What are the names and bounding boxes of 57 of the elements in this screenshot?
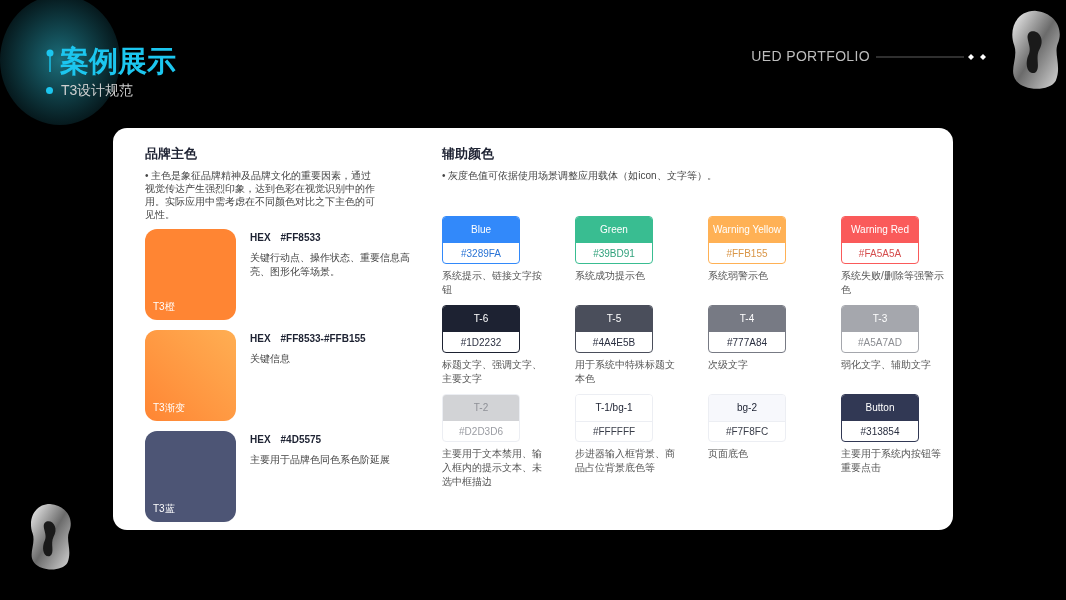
color-description: 步进器输入框背景、商品占位背景底色等 bbox=[575, 446, 676, 475]
color-name: T-4 bbox=[739, 312, 755, 326]
color-name: T-3 bbox=[872, 312, 888, 326]
hex-value: #1D2232 bbox=[460, 335, 502, 350]
color-description: 弱化文字、辅助文字 bbox=[841, 357, 932, 372]
section-note: • 主色是象征品牌精神及品牌文化的重要因素，通过视觉传达产生强烈印象，达到色彩在视觉识别中的作用。实际应用中需考虑在不同颜色对比之下主色的可见性。 bbox=[145, 168, 376, 221]
color-description: 系统成功提示色 bbox=[575, 268, 646, 283]
color-description: 用于系统中特殊标题文本色 bbox=[575, 357, 676, 386]
color-name: T-6 bbox=[473, 312, 489, 326]
bullet-icon bbox=[46, 87, 53, 94]
hex-label: HEX bbox=[250, 432, 271, 447]
color-description: 次级文字 bbox=[708, 357, 749, 372]
hex-value: #FA5A5A bbox=[858, 246, 902, 261]
hex-value: #313854 bbox=[860, 424, 900, 439]
swatch-label: T3渐变 bbox=[153, 400, 185, 415]
hex-value: #4D5575 bbox=[280, 432, 322, 447]
color-name: T-5 bbox=[606, 312, 622, 326]
color-name: Warning Yellow bbox=[713, 223, 781, 237]
hex-value: #FF8533 bbox=[280, 230, 321, 245]
swatch-label: T3蓝 bbox=[153, 501, 175, 516]
color-description: 系统弱警示色 bbox=[708, 268, 769, 283]
color-description: 关键信息 bbox=[250, 351, 291, 366]
color-name: Blue bbox=[471, 223, 491, 237]
color-name: Button bbox=[865, 401, 895, 415]
hex-label: HEX bbox=[250, 331, 271, 346]
hex-value: #3289FA bbox=[460, 246, 501, 261]
color-description: 系统提示、链接文字按钮 bbox=[442, 268, 543, 297]
hex-value: #FF8533-#FFB155 bbox=[280, 331, 366, 346]
hex-label: HEX bbox=[250, 230, 271, 245]
page-subtitle: T3设计规范 bbox=[61, 81, 134, 100]
color-name: Warning Red bbox=[851, 223, 909, 237]
color-name: T-1/bg-1 bbox=[595, 401, 633, 415]
color-description: 主要用于品牌色同色系色阶延展 bbox=[250, 452, 391, 467]
hex-value: #F7F8FC bbox=[725, 424, 769, 439]
color-description: 主要用于系统内按钮等重要点击 bbox=[841, 446, 942, 475]
color-name: Green bbox=[600, 223, 628, 237]
hex-value: #777A84 bbox=[726, 335, 767, 350]
color-description: 系统失败/删除等强警示色 bbox=[841, 268, 945, 297]
swatch-label: T3橙 bbox=[153, 299, 175, 314]
color-description: 关键行动点、操作状态、重要信息高亮、图形化等场景。 bbox=[250, 250, 411, 279]
color-name: bg-2 bbox=[737, 401, 757, 415]
color-name: T-2 bbox=[473, 401, 489, 415]
pin-icon bbox=[46, 48, 54, 74]
color-description: 主要用于文本禁用、输入框内的提示文本、未选中框描边 bbox=[442, 446, 543, 489]
hex-value: #39BD91 bbox=[593, 246, 635, 261]
hex-value: #FFFFFF bbox=[592, 424, 636, 439]
hex-value: #4A4E5B bbox=[592, 335, 636, 350]
brand-label: UED PORTFOLIO bbox=[751, 47, 870, 66]
hex-value: #FFB155 bbox=[726, 246, 768, 261]
section-title: 品牌主色 bbox=[145, 145, 198, 163]
hex-value: #D2D3D6 bbox=[459, 424, 503, 439]
section-note: • 灰度色值可依据使用场景调整应用载体（如icon、文字等）。 bbox=[442, 168, 718, 182]
color-description: 标题文字、强调文字、主要文字 bbox=[442, 357, 543, 386]
page-title: 案例展示 bbox=[60, 44, 176, 78]
hex-value: #A5A7AD bbox=[858, 335, 902, 350]
section-title: 辅助颜色 bbox=[442, 145, 495, 163]
color-description: 页面底色 bbox=[708, 446, 749, 461]
